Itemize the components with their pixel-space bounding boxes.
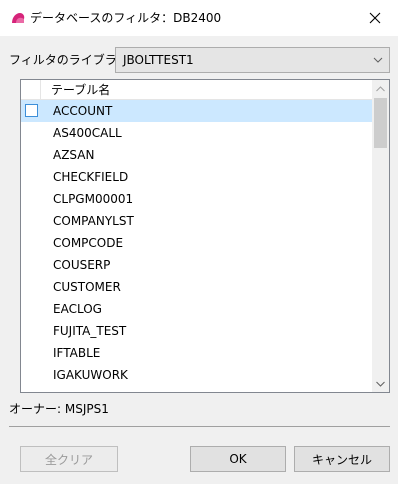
clear-all-button[interactable]: 全クリア: [20, 446, 118, 472]
list-item-label: AZSAN: [53, 148, 95, 162]
list-item[interactable]: EACLOG: [21, 298, 372, 320]
list-item-label: EACLOG: [53, 302, 102, 316]
close-button[interactable]: [352, 0, 398, 36]
list-header: テーブル名: [21, 80, 372, 100]
list-item[interactable]: IFTABLE: [21, 342, 372, 364]
list-item-label: IFTABLE: [53, 346, 101, 360]
separator: [9, 426, 390, 427]
list-item-label: AS400CALL: [53, 126, 122, 140]
chevron-down-icon: [373, 57, 383, 63]
ok-button[interactable]: OK: [190, 446, 286, 472]
list-item-label: COUSERP: [53, 258, 111, 272]
list-item-label: COMPCODE: [53, 236, 124, 250]
chevron-up-icon: [376, 85, 385, 91]
title-bar: データベースのフィルタ：DB2400: [0, 0, 398, 36]
list-item[interactable]: ACCOUNT: [21, 100, 372, 122]
list-item[interactable]: CLPGM00001: [21, 188, 372, 210]
list-item-label: CLPGM00001: [53, 192, 134, 206]
list-item[interactable]: COMPCODE: [21, 232, 372, 254]
list-item[interactable]: FUJITA_TEST: [21, 320, 372, 342]
list-item[interactable]: CHECKFIELD: [21, 166, 372, 188]
list-item[interactable]: COMPANYLST: [21, 210, 372, 232]
app-icon: [12, 13, 25, 23]
row-checkbox[interactable]: [25, 104, 38, 117]
list-item[interactable]: CUSTOMER: [21, 276, 372, 298]
header-checkbox-column: [21, 80, 41, 99]
list-item[interactable]: COUSERP: [21, 254, 372, 276]
owner-label: オーナー: MSJPS1: [9, 402, 109, 416]
chevron-down-icon: [376, 381, 385, 387]
table-list[interactable]: テーブル名 ACCOUNT AS400CALL AZSAN CHECKFIELD CLP…: [20, 79, 390, 393]
window-title: データベースのフィルタ：DB2400: [30, 11, 222, 25]
list-item-label: COMPANYLST: [53, 214, 134, 228]
close-icon: [369, 12, 381, 24]
scroll-up-button[interactable]: [372, 80, 389, 97]
library-dropdown-value: JBOLTTEST1: [123, 53, 194, 67]
list-item-label: FUJITA_TEST: [53, 324, 127, 338]
list-item[interactable]: IGAKUWORK: [21, 364, 372, 386]
list-item[interactable]: AZSAN: [21, 144, 372, 166]
column-header-table-name[interactable]: テーブル名: [51, 82, 110, 98]
list-item-label: IGAKUWORK: [53, 368, 128, 382]
scroll-down-button[interactable]: [372, 375, 389, 392]
library-dropdown[interactable]: JBOLTTEST1: [115, 47, 390, 73]
vertical-scrollbar[interactable]: [372, 80, 389, 392]
list-item-label: CUSTOMER: [53, 280, 121, 294]
list-rows: ACCOUNT AS400CALL AZSAN CHECKFIELD CLPGM0000…: [21, 100, 372, 392]
scroll-thumb[interactable]: [374, 98, 387, 148]
list-item-label: CHECKFIELD: [53, 170, 129, 184]
list-item[interactable]: AS400CALL: [21, 122, 372, 144]
cancel-button[interactable]: キャンセル: [294, 446, 390, 472]
list-item-label: ACCOUNT: [53, 104, 113, 118]
